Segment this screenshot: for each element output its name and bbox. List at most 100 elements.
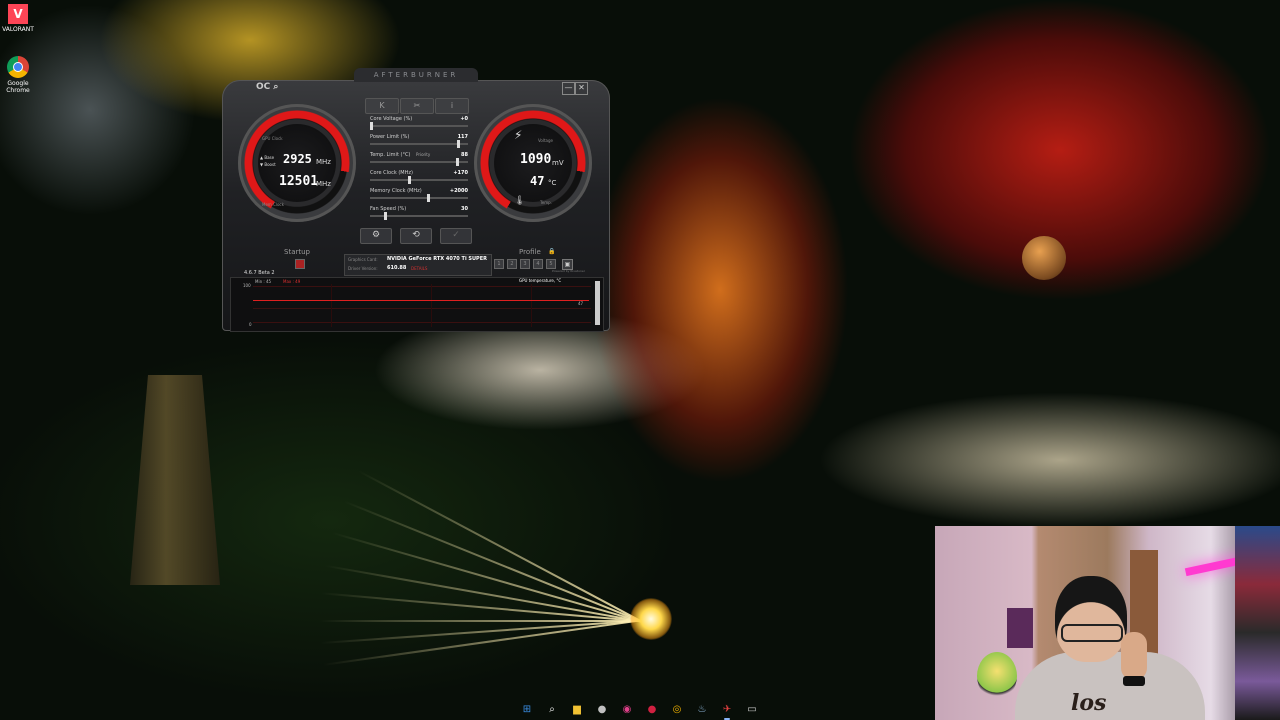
gpu-clock-label: GPU Clock (262, 136, 283, 141)
valorant-icon: V (8, 4, 28, 24)
taskbar-start-icon[interactable]: ⊞ (520, 703, 534, 717)
max-label: Max : 49 (283, 279, 301, 284)
webcam-person-body (1015, 652, 1205, 720)
slider-handle[interactable] (427, 194, 430, 202)
apply-button[interactable]: ✓ (440, 228, 472, 244)
webcam-shelf (1007, 608, 1033, 648)
slider-track[interactable] (370, 125, 468, 127)
slider-value[interactable]: +2000 (450, 188, 468, 194)
slider-value[interactable]: 88 (461, 152, 468, 158)
desktop: V VALORANT Google Chrome AFTERBURNER OC … (0, 0, 1280, 720)
desktop-icon-label: Google Chrome (6, 80, 30, 94)
min-label: Min : 45 (255, 279, 272, 284)
grid-line (253, 308, 591, 309)
grid-line (431, 284, 432, 327)
mem-clock-value: 12501 (279, 174, 319, 189)
graph-title: GPU temperature, °C (519, 278, 562, 283)
slider-handle[interactable] (370, 122, 373, 130)
thermometer-icon: 🌡 (514, 196, 526, 206)
current-value-label: 47 (578, 301, 584, 306)
oc-label: OC (256, 82, 271, 92)
slider-handle[interactable] (456, 158, 459, 166)
light-beam (320, 620, 650, 622)
close-button[interactable]: ✕ (575, 82, 588, 95)
minimize-button[interactable]: — (562, 82, 575, 95)
search-icon: ⌕ (273, 82, 279, 92)
taskbar-app-pink-icon[interactable]: ◉ (620, 703, 634, 717)
profile-slot[interactable]: 4 (533, 259, 543, 269)
k-boost-button[interactable]: K (365, 98, 399, 114)
wallpaper-sun (630, 598, 672, 640)
reset-button[interactable]: ⟲ (400, 228, 432, 244)
profile-lock-icon[interactable]: 🔒 (548, 248, 555, 255)
y-min-label: 0 (249, 322, 252, 327)
voltage-temp-gauge: ⚡ Voltage Temp. 1090 mV 47 °C 🌡 (474, 104, 592, 222)
slider-value[interactable]: +0 (460, 116, 468, 122)
taskbar-app-circle-icon[interactable]: ● (595, 703, 609, 717)
webcam-person-head (1055, 576, 1127, 662)
slider-value[interactable]: 30 (461, 206, 468, 212)
startup-toggle[interactable] (295, 259, 305, 269)
grid-line (253, 286, 591, 287)
grid-line (253, 322, 591, 323)
webcam-plush-toy (977, 652, 1017, 700)
gpu-clock-unit: MHz (316, 158, 331, 166)
scanner-button[interactable]: ✂ (400, 98, 434, 114)
slider-label: Core Clock (MHz) (370, 170, 413, 176)
slider-track[interactable] (370, 197, 468, 199)
taskbar-steam-icon[interactable]: ♨ (695, 703, 709, 717)
settings-button[interactable]: ⚙ (360, 228, 392, 244)
taskbar-terminal-icon[interactable]: ▭ (745, 703, 759, 717)
slider-handle[interactable] (457, 140, 460, 148)
taskbar-app-red-icon[interactable]: ● (645, 703, 659, 717)
voltage-value: 1090 (520, 152, 552, 167)
hardware-monitor-graph: 100 0 Min : 45 Max : 49 GPU temperature,… (230, 277, 604, 332)
slider-label: Core Voltage (%) (370, 116, 413, 122)
taskbar-search-icon[interactable]: ⌕ (545, 703, 559, 717)
profile-slot[interactable]: 3 (520, 259, 530, 269)
slider-row: Core Clock (MHz) +170 (370, 170, 468, 186)
desktop-icon-label: VALORANT (2, 26, 34, 33)
slider-handle[interactable] (408, 176, 411, 184)
desktop-icon-valorant[interactable]: V VALORANT (0, 4, 36, 33)
details-link[interactable]: DETAILS (411, 266, 427, 271)
driver-version-key: Driver Version: (348, 266, 378, 271)
temp-unit: °C (548, 179, 557, 187)
temp-value: 47 (530, 174, 545, 188)
webcam-overlay: los (935, 526, 1280, 720)
slider-row: Memory Clock (MHz) +2000 (370, 188, 468, 204)
oc-scanner-button[interactable]: OC ⌕ (256, 82, 278, 92)
info-button[interactable]: i (435, 98, 469, 114)
driver-version-value: 610.88 (387, 265, 407, 271)
slider-sub-label[interactable]: Priority (416, 152, 430, 157)
gpu-clock-gauge: GPU Clock Mem Clock ▲ Base ▼ Boost 2925 … (238, 104, 356, 222)
slider-row: Temp. Limit (°C) Priority 88 (370, 152, 468, 168)
desktop-icon-chrome[interactable]: Google Chrome (0, 56, 36, 94)
slider-label: Fan Speed (%) (370, 206, 407, 212)
profile-slot[interactable]: 2 (507, 259, 517, 269)
boost-label: ▼ Boost (260, 162, 276, 167)
profile-slot[interactable]: 1 (494, 259, 504, 269)
taskbar-explorer-icon[interactable]: ▆ (570, 703, 584, 717)
slider-handle[interactable] (384, 212, 387, 220)
webcam-watch (1123, 676, 1145, 686)
slider-label: Power Limit (%) (370, 134, 410, 140)
slider-row: Core Voltage (%) +0 (370, 116, 468, 132)
webcam-posters (1235, 526, 1280, 720)
grid-line (331, 284, 332, 327)
slider-value[interactable]: +170 (453, 170, 468, 176)
graph-scrollbar[interactable] (595, 281, 600, 325)
taskbar-chrome-icon[interactable]: ◎ (670, 703, 684, 717)
base-label: ▲ Base (260, 155, 275, 160)
voltage-label: Voltage (538, 138, 554, 143)
slider-track[interactable] (370, 179, 468, 181)
graphics-card-key: Graphics Card: (348, 257, 378, 262)
lightning-icon: ⚡ (514, 128, 523, 142)
profile-label: Profile (519, 248, 541, 256)
slider-track[interactable] (370, 143, 468, 145)
profile-slot[interactable]: 5 (546, 259, 556, 269)
afterburner-window: AFTERBURNER OC ⌕ — ✕ K ✂ i GPU Clock Mem… (222, 68, 610, 332)
graphics-card-value: NVIDIA GeForce RTX 4070 Ti SUPER (387, 256, 487, 262)
taskbar-afterburner-icon[interactable]: ✈ (720, 703, 734, 720)
slider-track[interactable] (370, 161, 468, 163)
